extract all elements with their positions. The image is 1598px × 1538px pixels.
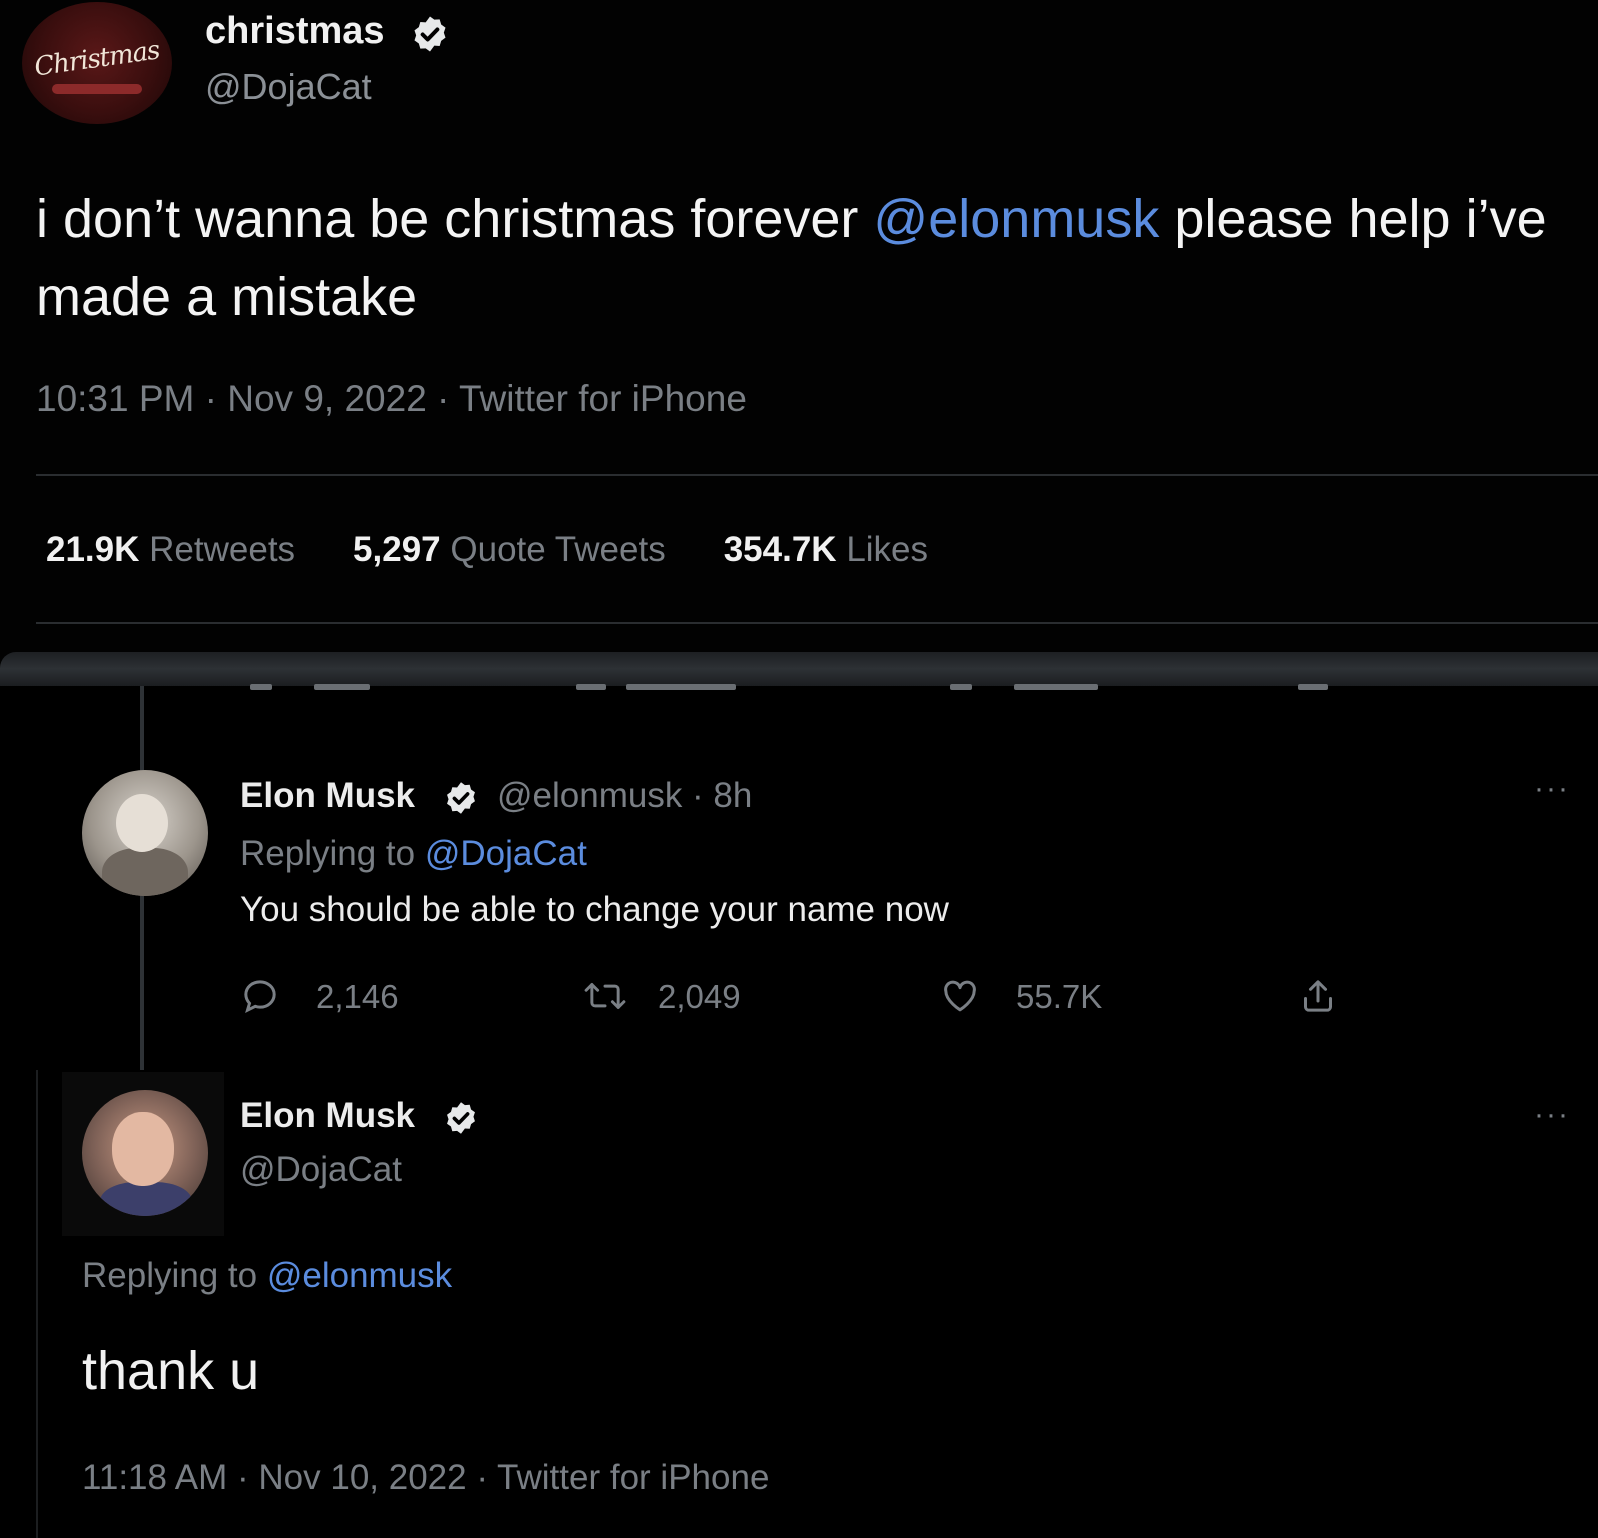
- clipped-icon: [950, 684, 972, 690]
- reply-handle[interactable]: @DojaCat: [240, 1150, 402, 1190]
- avatar-figure: [102, 848, 188, 896]
- avatar-face: [112, 1112, 174, 1186]
- avatar-ribbon: [52, 84, 142, 94]
- replying-to: Replying to @DojaCat: [240, 834, 587, 874]
- tweet-text: i don’t wanna be christmas forever @elon…: [36, 180, 1596, 336]
- mention-link[interactable]: @elonmusk: [873, 189, 1159, 249]
- divider: [36, 474, 1598, 476]
- avatar-shirt: [100, 1182, 192, 1216]
- author-display-name[interactable]: christmas: [205, 10, 385, 53]
- reply-handle-time[interactable]: @elonmusk · 8h: [497, 776, 752, 816]
- tweet-text-part: i don’t wanna be christmas forever: [36, 189, 874, 249]
- replying-prefix: Replying to: [240, 834, 425, 873]
- stat-retweets[interactable]: 21.9K Retweets: [46, 530, 353, 569]
- column-border: [36, 1070, 38, 1538]
- reply-icon: [244, 980, 276, 1014]
- retweet-count: 2,049: [658, 978, 741, 1015]
- clipped-icon: [250, 684, 272, 690]
- more-options-icon[interactable]: ···: [1534, 772, 1570, 806]
- author-handle[interactable]: @DojaCat: [205, 66, 372, 108]
- reply-timestamp[interactable]: 11:18 AM · Nov 10, 2022 · Twitter for iP…: [82, 1458, 769, 1498]
- mention-link[interactable]: @DojaCat: [425, 834, 587, 873]
- more-options-icon[interactable]: ···: [1534, 1098, 1570, 1132]
- tweet-timestamp[interactable]: 10:31 PM · Nov 9, 2022 · Twitter for iPh…: [36, 378, 747, 420]
- reply-action-button[interactable]: 2,146: [240, 976, 440, 1016]
- verified-badge-icon: [447, 1102, 475, 1134]
- clipped-icon: [576, 684, 606, 690]
- original-tweet: Christmas christmas @DojaCat i don’t wan…: [0, 0, 1598, 668]
- reply-count: 2,146: [316, 978, 399, 1015]
- clipped-count: [1014, 684, 1098, 690]
- retweet-icon: [584, 983, 626, 1009]
- clipped-count: [626, 684, 736, 690]
- avatar[interactable]: Christmas: [22, 2, 172, 124]
- share-action-button[interactable]: [1298, 976, 1342, 1016]
- replying-to: Replying to @elonmusk: [82, 1256, 452, 1296]
- replying-prefix: Replying to: [82, 1256, 267, 1295]
- avatar-script-text: Christmas: [32, 35, 162, 83]
- clipped-action-row: [250, 684, 1350, 694]
- clipped-count: [314, 684, 370, 690]
- like-count: 55.7K: [1016, 978, 1103, 1015]
- avatar-face: [116, 794, 168, 852]
- verified-badge-icon: [414, 16, 446, 52]
- avatar[interactable]: [82, 1090, 208, 1216]
- tweet-stats: 21.9K Retweets 5,297 Quote Tweets 354.7K L…: [46, 530, 986, 570]
- screenshot-seam: [0, 652, 1598, 686]
- like-action-button[interactable]: 55.7K: [940, 976, 1140, 1016]
- share-icon: [1304, 980, 1332, 1012]
- retweet-action-button[interactable]: 2,049: [582, 976, 782, 1016]
- stat-likes[interactable]: 354.7K Likes: [724, 530, 986, 569]
- stat-quote-tweets[interactable]: 5,297 Quote Tweets: [353, 530, 724, 569]
- mention-link[interactable]: @elonmusk: [267, 1256, 452, 1295]
- reply-text: You should be able to change your name n…: [240, 890, 949, 929]
- avatar[interactable]: [82, 770, 208, 896]
- reply-author-name[interactable]: Elon Musk: [240, 1096, 415, 1136]
- heart-icon: [944, 980, 976, 1012]
- reply-author-name[interactable]: Elon Musk: [240, 776, 415, 816]
- verified-badge-icon: [447, 782, 475, 814]
- reply-text: thank u: [82, 1341, 260, 1401]
- divider: [36, 622, 1598, 624]
- clipped-icon: [1298, 684, 1328, 690]
